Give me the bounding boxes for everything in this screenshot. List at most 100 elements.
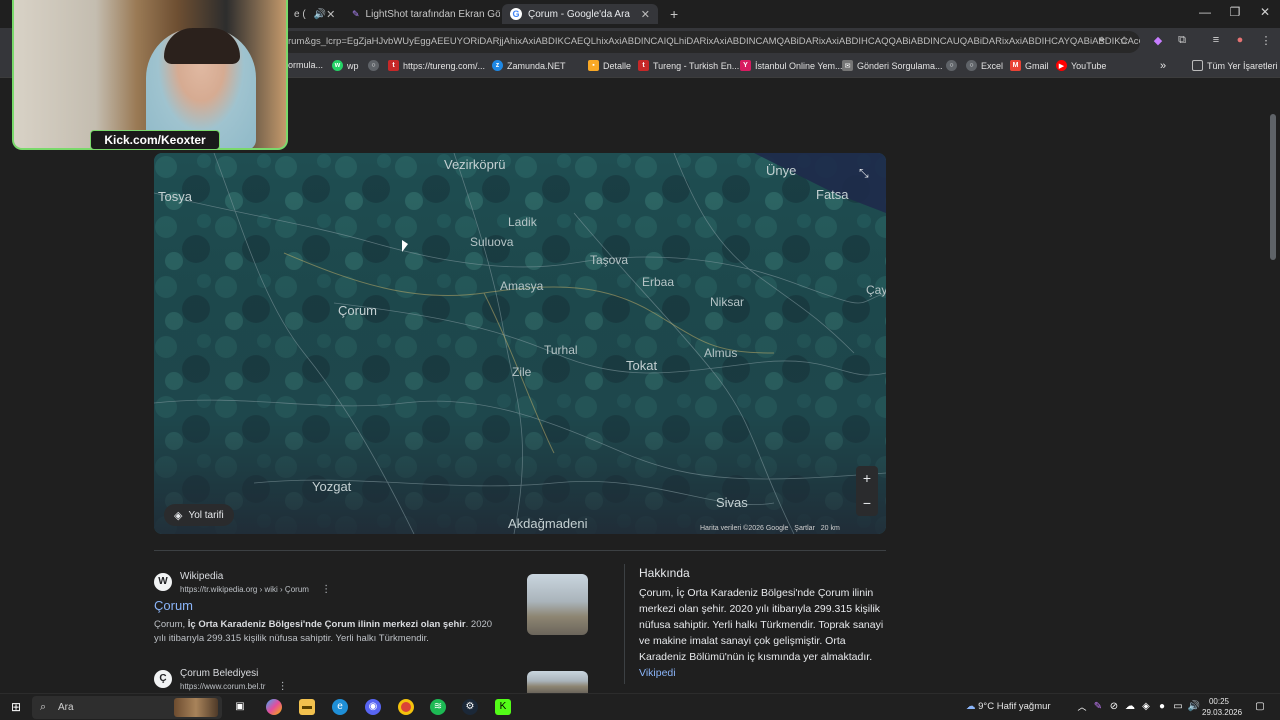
puzzle-icon[interactable]: ⧉ xyxy=(1174,34,1190,47)
speaker-icon[interactable]: 🔊 xyxy=(314,9,326,20)
terms-link[interactable]: Şartlar xyxy=(794,525,815,532)
map-scale: 20 km xyxy=(820,525,840,532)
map-label-city: Turhal xyxy=(544,343,578,357)
weather-widget[interactable]: ☁ 9°C Hafif yağmur xyxy=(966,701,1051,712)
result-thumbnail[interactable] xyxy=(527,574,588,635)
map-label-city: Yozgat xyxy=(312,479,352,494)
all-bookmarks-button[interactable]: Tüm Yer İşaretleri xyxy=(1192,60,1278,71)
bookmark-item[interactable]: ▶ YouTube xyxy=(1056,60,1106,71)
map-terrain xyxy=(154,153,886,534)
close-icon[interactable]: ✕ xyxy=(641,8,650,21)
microphone-icon[interactable]: ● xyxy=(1154,699,1170,715)
fullscreen-icon[interactable]: ⤡ xyxy=(859,166,869,181)
cloud-icon[interactable]: ☁ xyxy=(1122,699,1138,715)
map-label-city: Akdağmadeni xyxy=(508,516,588,531)
feather-icon: ✎ xyxy=(352,8,360,19)
spotify-icon[interactable]: ≋ xyxy=(430,699,446,715)
close-window-icon[interactable]: ✕ xyxy=(1250,5,1280,19)
star-icon[interactable]: ☆ xyxy=(1116,34,1132,47)
globe-icon: ○ xyxy=(946,60,957,71)
gmail-icon: M xyxy=(1010,60,1021,71)
tab-label: e ( xyxy=(294,8,306,20)
map-label-city: Zile xyxy=(512,365,532,379)
copilot-icon[interactable] xyxy=(266,699,282,715)
map[interactable]: Tosya Vezirköprü Ünye Fatsa Ladik Suluov… xyxy=(154,153,886,534)
tab-google-search[interactable]: G Çorum - Google'da Ara ✕ xyxy=(502,4,658,24)
address-bar[interactable]: rum&gs_lcrp=EgZjaHJvbWUyEggAEEUYORiDARjj… xyxy=(280,31,1140,53)
menu-dots-icon[interactable]: ⋮ xyxy=(1258,34,1274,47)
discord-icon[interactable]: ◉ xyxy=(365,699,381,715)
more-options-icon[interactable]: ⋮ xyxy=(321,584,331,595)
map-label-city-corum: Çorum xyxy=(338,303,378,318)
map-label-city: Çay xyxy=(866,283,886,297)
profile-avatar-icon[interactable]: ● xyxy=(1232,34,1248,46)
wikipedia-link[interactable]: Vikipedi xyxy=(639,667,676,679)
windows-start-icon[interactable]: ⊞ xyxy=(8,699,24,715)
directions-button[interactable]: ◈ Yol tarifi xyxy=(164,504,234,526)
scrollbar[interactable] xyxy=(1270,114,1276,260)
edge-icon[interactable]: e xyxy=(332,699,348,715)
notification-icon[interactable]: ▢ xyxy=(1252,699,1268,715)
zoom-in-button[interactable]: + xyxy=(856,466,878,491)
bookmark-item[interactable]: M Gmail xyxy=(1010,60,1049,71)
security-icon[interactable]: ◈ xyxy=(1138,699,1154,715)
map-label-city: Niksar xyxy=(710,295,745,309)
bookmark-item[interactable]: t https://tureng.com/... xyxy=(388,60,485,71)
knowledge-panel-description: Çorum, İç Orta Karadeniz Bölgesi'nde Çor… xyxy=(639,587,884,663)
tureng-icon: t xyxy=(638,60,649,71)
media-control-icon[interactable]: ≡ xyxy=(1208,34,1224,46)
bookmarks-overflow-button[interactable]: » xyxy=(1160,60,1166,72)
folder-icon: ▪ xyxy=(588,60,599,71)
feather-icon[interactable]: ✎ xyxy=(1090,699,1106,715)
steam-icon[interactable]: ⚙ xyxy=(462,699,478,715)
chevron-up-icon[interactable]: ︿ xyxy=(1074,699,1090,715)
map-label-city: Fatsa xyxy=(816,187,849,202)
knowledge-panel-divider xyxy=(624,564,625,684)
bookmark-item[interactable]: w wp xyxy=(332,60,359,71)
search-highlight-image xyxy=(174,698,218,717)
bookmark-item[interactable]: ○ Excel xyxy=(966,60,1003,71)
map-label-city: Sivas xyxy=(716,495,748,510)
more-options-icon[interactable]: ⋮ xyxy=(278,681,288,692)
map-label-city: Taşova xyxy=(590,253,629,267)
bookmark-item[interactable]: ✉ Gönderi Sorgulama... xyxy=(842,60,943,71)
stream-channel-label: Kick.com/Keoxter xyxy=(90,130,220,150)
system-clock[interactable]: 00:25 29.03.2026 xyxy=(1202,696,1242,718)
kick-icon[interactable]: K xyxy=(495,699,511,715)
mail-icon: ✉ xyxy=(842,60,853,71)
tab-audio[interactable]: e ( 🔊 ✕ xyxy=(286,4,340,24)
bookmark-item[interactable]: ○ xyxy=(368,60,383,71)
network-off-icon[interactable]: ⊘ xyxy=(1106,699,1122,715)
map-label-city: Almus xyxy=(704,346,738,360)
display-icon[interactable]: ▭ xyxy=(1170,699,1186,715)
search-icon: ⌕ xyxy=(40,701,47,713)
whatsapp-icon: w xyxy=(332,60,343,71)
bookmark-item[interactable]: ○ xyxy=(946,60,961,71)
close-icon[interactable]: ✕ xyxy=(326,8,335,21)
restore-icon[interactable]: ❐ xyxy=(1220,5,1250,19)
result-thumbnail[interactable] xyxy=(527,671,588,693)
bookmark-item[interactable]: z Zamunda.NET xyxy=(492,60,566,71)
map-attribution: Harita verileri ©2026 Google Şartlar 20 … xyxy=(700,525,840,532)
file-explorer-icon[interactable]: ▬ xyxy=(299,699,315,715)
bookmark-item[interactable]: ▪ Detalle xyxy=(588,60,631,71)
tab-label: LightShot tarafından Ekran Gör xyxy=(365,8,500,20)
chrome-icon[interactable] xyxy=(398,699,414,715)
location-icon[interactable]: ⌖ xyxy=(1094,34,1110,47)
new-tab-button[interactable]: + xyxy=(662,4,682,24)
zoom-out-button[interactable]: − xyxy=(856,491,878,516)
bookmark-item[interactable]: ormula... xyxy=(288,60,323,70)
tab-lightshot[interactable]: ✎ LightShot tarafından Ekran Gör ✕ xyxy=(344,4,500,24)
minimize-icon[interactable]: — xyxy=(1190,5,1220,19)
corum-belediyesi-icon: Ç xyxy=(154,670,172,688)
taskbar-search[interactable]: ⌕ Ara xyxy=(32,696,222,719)
extension-icon[interactable]: ◆ xyxy=(1150,34,1166,47)
bookmark-item[interactable]: t Tureng - Turkish En... xyxy=(638,60,739,71)
volume-icon[interactable]: 🔊 xyxy=(1186,699,1202,715)
result-title-link[interactable]: Çorum xyxy=(154,598,193,613)
google-icon: G xyxy=(510,8,522,20)
result-url[interactable]: https://tr.wikipedia.org › wiki › Çorum … xyxy=(180,584,331,595)
result-url[interactable]: https://www.corum.bel.tr ⋮ xyxy=(180,681,288,692)
task-view-icon[interactable]: ▣ xyxy=(232,699,248,715)
bookmark-item[interactable]: Y İstanbul Online Yem... xyxy=(740,60,843,71)
